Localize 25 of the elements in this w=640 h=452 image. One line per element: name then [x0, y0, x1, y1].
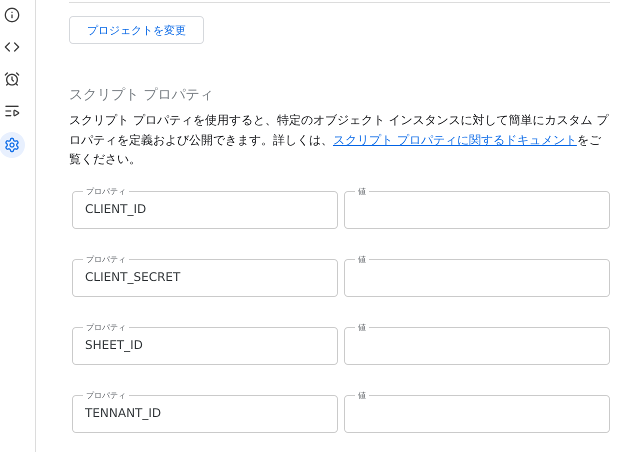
- field-label: 値: [357, 254, 367, 264]
- property-field[interactable]: プロパティ CLIENT_ID: [72, 186, 338, 228]
- value-field[interactable]: 値: [344, 186, 610, 228]
- field-label: 値: [357, 390, 367, 400]
- field-label: プロパティ: [85, 186, 127, 196]
- sidebar-button[interactable]: [0, 132, 24, 158]
- field-label: 値: [357, 322, 367, 332]
- section-heading: スクリプト プロパティ: [69, 86, 214, 104]
- change-project-button[interactable]: プロジェクトを変更: [69, 16, 204, 44]
- description-text: スクリプト プロパティを使用すると、特定のオブジェクト インスタンスに対して簡単にカスタム プロパティを定義および公開できます。詳しくは、スクリプト プロパティに関するドキュメント をご覧ください。: [69, 112, 610, 168]
- property-field[interactable]: プロパティ TENNANT_ID: [72, 390, 338, 432]
- property-field[interactable]: プロパティ CLIENT_SECRET: [72, 254, 338, 296]
- field-label: プロパティ: [85, 322, 127, 332]
- property-field[interactable]: プロパティ SHEET_ID: [72, 322, 338, 364]
- settings-icon: [4, 137, 20, 153]
- value-field[interactable]: 値: [344, 390, 610, 432]
- alarm-clock-icon: [4, 71, 20, 87]
- field-label: プロパティ: [85, 390, 127, 400]
- value-field[interactable]: 値: [344, 254, 610, 296]
- field-label: プロパティ: [85, 254, 127, 264]
- field-label: 値: [357, 186, 367, 196]
- list-play-icon: [4, 103, 20, 119]
- documentation-link[interactable]: スクリプト プロパティに関するドキュメント: [333, 132, 577, 146]
- info-icon: [4, 7, 20, 23]
- value-field[interactable]: 値: [344, 322, 610, 364]
